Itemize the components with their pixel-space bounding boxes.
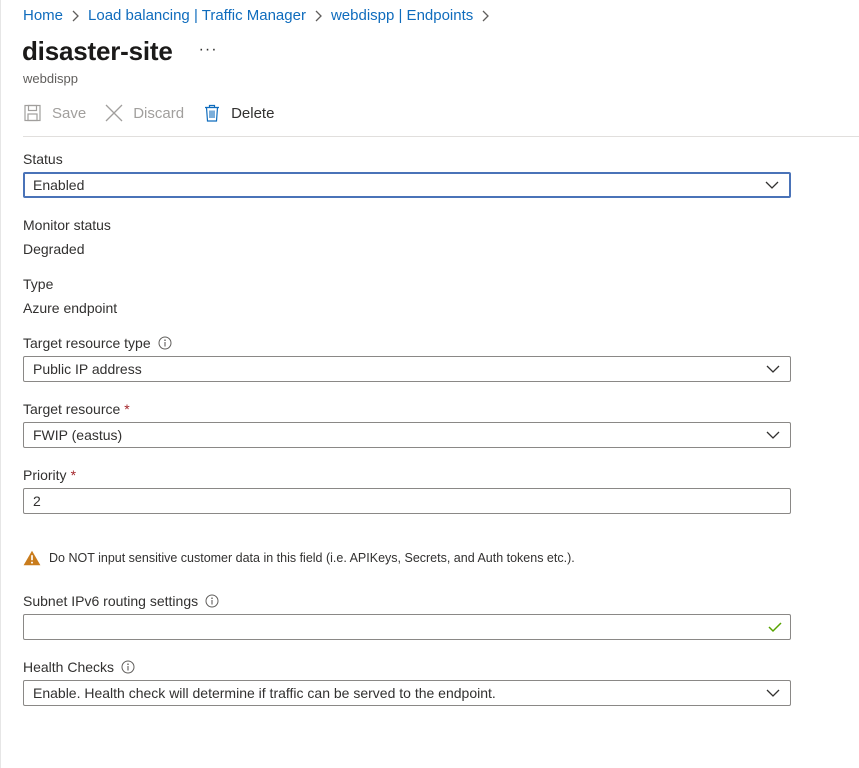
trash-icon (202, 103, 222, 123)
chevron-down-icon (766, 365, 780, 373)
breadcrumb: Home Load balancing | Traffic Manager we… (23, 7, 498, 24)
info-icon[interactable] (205, 594, 219, 608)
target-resource-type-dropdown[interactable]: Public IP address (23, 356, 791, 382)
breadcrumb-traffic-manager[interactable]: Load balancing | Traffic Manager (88, 7, 306, 24)
save-label: Save (52, 104, 87, 122)
more-options-button[interactable]: ··· (199, 41, 218, 59)
sensitive-data-warning: Do NOT input sensitive customer data in … (23, 550, 575, 566)
discard-button[interactable]: Discard (104, 103, 184, 123)
target-resource-label: Target resource * (23, 401, 130, 417)
page-subtitle: webdispp (23, 71, 78, 86)
discard-label: Discard (133, 104, 185, 122)
command-bar: Save Discard Delete (23, 103, 292, 123)
target-resource-value: FWIP (eastus) (33, 427, 123, 443)
delete-label: Delete (231, 104, 275, 122)
chevron-down-icon (765, 181, 779, 189)
page-title: disaster-site (22, 36, 173, 66)
target-resource-type-label: Target resource type (23, 335, 172, 351)
save-button[interactable]: Save (23, 103, 86, 123)
warning-icon (23, 550, 41, 566)
chevron-down-icon (766, 431, 780, 439)
health-checks-value: Enable. Health check will determine if t… (33, 685, 496, 701)
save-icon (23, 103, 43, 123)
required-marker: * (124, 401, 130, 417)
close-icon (104, 103, 124, 123)
chevron-down-icon (766, 689, 780, 697)
priority-label: Priority * (23, 467, 77, 483)
required-marker: * (70, 467, 77, 483)
chevron-right-icon (71, 10, 80, 22)
warning-text: Do NOT input sensitive customer data in … (49, 551, 575, 565)
target-resource-dropdown[interactable]: FWIP (eastus) (23, 422, 791, 448)
subnet-ipv6-input[interactable] (23, 614, 791, 640)
monitor-status-label: Monitor status (23, 217, 111, 233)
status-value: Enabled (33, 177, 85, 193)
type-value: Azure endpoint (23, 300, 118, 316)
left-border (0, 0, 1, 768)
monitor-status-value: Degraded (23, 241, 85, 257)
subnet-ipv6-label: Subnet IPv6 routing settings (23, 593, 219, 609)
title-row: disaster-site ··· (22, 36, 218, 67)
info-icon[interactable] (121, 660, 135, 674)
type-label: Type (23, 276, 54, 292)
health-checks-dropdown[interactable]: Enable. Health check will determine if t… (23, 680, 791, 706)
info-icon[interactable] (158, 336, 172, 350)
health-checks-label: Health Checks (23, 659, 135, 675)
chevron-right-icon (481, 10, 490, 22)
checkmark-icon (768, 622, 782, 633)
delete-button[interactable]: Delete (202, 103, 274, 123)
chevron-right-icon (314, 10, 323, 22)
priority-value: 2 (33, 493, 41, 509)
toolbar-divider (23, 136, 859, 137)
status-label: Status (23, 151, 63, 167)
target-resource-type-value: Public IP address (33, 361, 142, 377)
breadcrumb-home[interactable]: Home (23, 7, 63, 24)
priority-input[interactable]: 2 (23, 488, 791, 514)
breadcrumb-endpoints[interactable]: webdispp | Endpoints (331, 7, 473, 24)
status-dropdown[interactable]: Enabled (23, 172, 791, 198)
